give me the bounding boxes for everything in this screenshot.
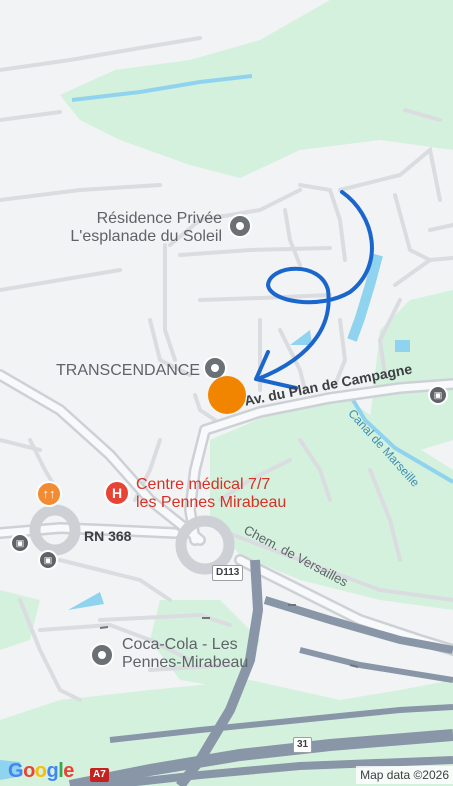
- a31-shield: 31: [293, 737, 313, 753]
- pond-2: [395, 340, 410, 352]
- canal-upper: [347, 253, 383, 342]
- residence-pin-icon[interactable]: [228, 214, 252, 238]
- rn368-road-label: RN 368: [84, 528, 132, 544]
- coca-cola-label[interactable]: Coca-Cola - Les Pennes-Mirabeau: [122, 636, 248, 673]
- residence-label[interactable]: Résidence Privée L'esplanade du Soleil: [68, 210, 222, 247]
- restaurant-icon[interactable]: ↑↑: [36, 481, 62, 507]
- bus-stop-icon[interactable]: ▣: [428, 385, 448, 405]
- coca-cola-line2: Pennes-Mirabeau: [122, 654, 249, 672]
- coca-cola-pin-icon[interactable]: [90, 643, 114, 667]
- water-triangle: [68, 592, 104, 610]
- highway-a7-east-2: [299, 647, 453, 683]
- bus-stop-icon[interactable]: ▣: [10, 533, 30, 553]
- pond: [290, 330, 312, 345]
- map-view[interactable]: Résidence Privée L'esplanade du Soleil T…: [0, 0, 453, 786]
- centre-medical-line1: Centre médical 7/7: [136, 476, 271, 493]
- route-annotation: [256, 190, 374, 381]
- transcendance-label[interactable]: TRANSCENDANCE: [56, 362, 200, 380]
- google-logo: Google: [8, 760, 74, 782]
- current-location-dot[interactable]: [208, 376, 246, 414]
- centre-medical-label[interactable]: Centre médical 7/7 les Pennes Mirabeau: [136, 476, 286, 513]
- residence-label-line2: L'esplanade du Soleil: [70, 228, 222, 246]
- coca-cola-line1: Coca-Cola - Les: [122, 636, 238, 653]
- a7-shield: A7: [90, 768, 109, 782]
- highway-a7-east: [263, 596, 453, 654]
- road-arrow: [99, 626, 109, 629]
- d113-shield: D113: [212, 565, 244, 581]
- centre-medical-line2: les Pennes Mirabeau: [136, 494, 287, 512]
- hospital-icon[interactable]: H: [104, 480, 130, 506]
- roundabout-east: [175, 515, 235, 575]
- green-area-top: [60, 0, 453, 178]
- bus-stop-icon[interactable]: ▣: [38, 550, 58, 570]
- residence-label-line1: Résidence Privée: [96, 210, 222, 227]
- map-attribution[interactable]: Map data ©2026: [356, 766, 453, 784]
